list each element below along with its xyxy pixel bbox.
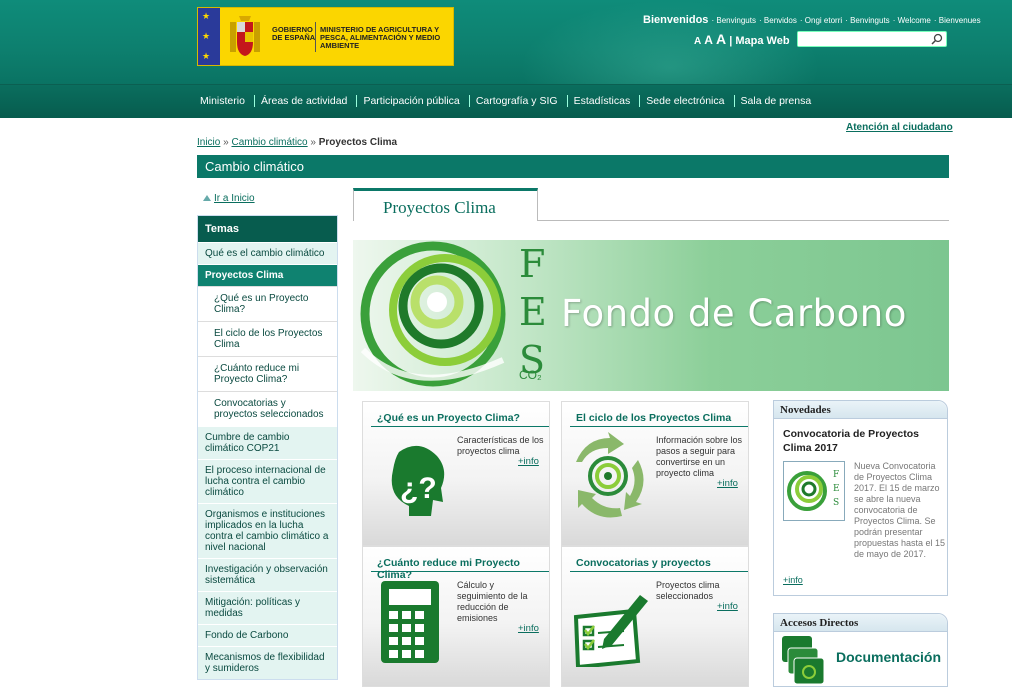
welcome-label: Bienvenidos <box>643 14 709 26</box>
lang-galician[interactable]: Benvidos <box>764 16 797 25</box>
coat-of-arms-icon <box>230 16 260 56</box>
svg-text:E: E <box>833 484 840 494</box>
text-size-medium[interactable]: A <box>704 33 713 47</box>
accesos-heading: Accesos Directos <box>774 614 947 632</box>
sidebar-item-mitigacion[interactable]: Mitigación: políticas y medidas <box>198 591 337 624</box>
sidebar-subitem-ciclo[interactable]: El ciclo de los Proyectos Clima <box>198 321 337 356</box>
card-description: Cálculo y seguimiento de la reducción de… <box>457 580 528 623</box>
card-convocatorias[interactable]: Convocatorias y proyectos Proyectos clim… <box>561 546 749 687</box>
svg-text:¿?: ¿? <box>400 472 437 505</box>
co2-label: CO₂ <box>519 368 542 382</box>
card-cuanto-reduce[interactable]: ¿Cuánto reduce mi Proyecto Clima? Cálcul… <box>362 546 550 687</box>
nav-ministerio[interactable]: Ministerio <box>197 95 251 107</box>
fes-letters: F E S <box>519 242 547 382</box>
banner-title: Fondo de Carbono <box>561 292 907 335</box>
sidebar-heading: Temas <box>198 216 337 242</box>
breadcrumb: Inicio » Cambio climático » Proyectos Cl… <box>197 137 398 148</box>
checklist-pen-icon <box>573 595 648 667</box>
sidebar-item-proceso-internacional[interactable]: El proceso internacional de lucha contra… <box>198 459 337 503</box>
lang-french[interactable]: Bienvenues <box>939 16 981 25</box>
government-logo[interactable]: ★ ★ ★ GOBIERNO DE ESPAÑA MINISTERIO DE AGR… <box>197 7 454 66</box>
section-title: Cambio climático <box>197 155 949 178</box>
nav-estadisticas[interactable]: Estadísticas <box>566 95 637 107</box>
nav-areas-actividad[interactable]: Áreas de actividad <box>254 95 353 107</box>
search-icon[interactable] <box>931 33 943 45</box>
card-que-es-proyecto[interactable]: ¿Qué es un Proyecto Clima? ¿? Caracterís… <box>362 401 550 546</box>
novedades-box: Novedades Convocatoria de Proyectos Clim… <box>773 400 948 596</box>
documents-icon[interactable] <box>778 634 828 686</box>
sidebar-item-que-es-cambio-climatico[interactable]: Qué es el cambio climático <box>198 242 337 264</box>
lang-catalan[interactable]: Benvinguts <box>716 16 756 25</box>
sidebar-item-investigacion[interactable]: Investigación y observación sistemática <box>198 558 337 591</box>
svg-text:S: S <box>833 498 839 508</box>
card-title[interactable]: Convocatorias y proyectos <box>576 557 711 569</box>
card-more-link[interactable]: +info <box>717 478 738 489</box>
nav-sala-prensa[interactable]: Sala de prensa <box>733 95 818 107</box>
up-arrow-icon <box>203 195 211 201</box>
card-description: Características de los proyectos clima <box>457 435 544 456</box>
novedad-more-link[interactable]: +info <box>783 575 803 585</box>
fes-thumbnail-icon[interactable]: F E S <box>783 461 845 521</box>
logo-government-text: GOBIERNO DE ESPAÑA <box>272 25 316 42</box>
nav-sede-electronica[interactable]: Sede electrónica <box>639 95 730 107</box>
card-title[interactable]: ¿Qué es un Proyecto Clima? <box>377 412 520 424</box>
logo-ministry-text: MINISTERIO DE AGRICULTURA Y PESCA, ALIME… <box>320 25 441 50</box>
sidebar-item-cop21[interactable]: Cumbre de cambio climático COP21 <box>198 426 337 459</box>
text-size-small[interactable]: A <box>694 36 701 47</box>
card-ciclo-proyectos[interactable]: El ciclo de los Proyectos Clima Informac… <box>561 401 749 546</box>
sidebar-item-mecanismos[interactable]: Mecanismos de flexibilidad y sumideros <box>198 646 337 679</box>
nav-participacion[interactable]: Participación pública <box>356 95 465 107</box>
sidebar-item-proyectos-clima[interactable]: Proyectos Clima <box>198 264 337 286</box>
tab-bar: Proyectos Clima <box>353 188 949 221</box>
tab-proyectos-clima[interactable]: Proyectos Clima <box>353 188 538 221</box>
sidebar-subitem-que-es-proyecto[interactable]: ¿Qué es un Proyecto Clima? <box>198 286 337 321</box>
card-more-link[interactable]: +info <box>717 601 738 612</box>
fondo-carbono-banner[interactable]: F E S CO₂ Fondo de Carbono <box>353 240 949 391</box>
lang-english[interactable]: Welcome <box>898 16 931 25</box>
main-navigation: Ministerio Áreas de actividad Participac… <box>0 84 1012 118</box>
sidebar-menu: Temas Qué es el cambio climático Proyect… <box>197 215 338 680</box>
card-description: Información sobre los pasos a seguir par… <box>656 435 743 478</box>
text-size-large[interactable]: A <box>716 31 726 47</box>
calculator-icon <box>381 581 439 663</box>
fes-co2-logo-icon <box>360 241 506 387</box>
card-title[interactable]: El ciclo de los Proyectos Clima <box>576 412 731 424</box>
sidebar-item-organismos[interactable]: Organismos e instituciones implicados en… <box>198 503 337 558</box>
sidebar-subitem-convocatorias[interactable]: Convocatorias y proyectos seleccionados <box>198 391 337 426</box>
novedad-title[interactable]: Convocatoria de Proyectos Clima 2017 <box>783 427 933 455</box>
head-question-icon: ¿? <box>391 445 445 516</box>
citizen-service-link[interactable]: Atención al ciudadano <box>846 122 953 133</box>
card-description: Proyectos clima seleccionados <box>656 580 720 601</box>
novedades-heading: Novedades <box>774 401 947 419</box>
lang-basque[interactable]: Ongi etorri <box>805 16 842 25</box>
search-box <box>797 31 947 47</box>
site-header: ★ ★ ★ GOBIERNO DE ESPAÑA MINISTERIO DE AGR… <box>0 0 1012 84</box>
sidebar-subitem-cuanto-reduce[interactable]: ¿Cuánto reduce mi Proyecto Clima? <box>198 356 337 391</box>
novedad-text: Nueva Convocatoria de Proyectos Clima 20… <box>854 461 946 559</box>
lang-valencian[interactable]: Benvinguts <box>850 16 890 25</box>
language-selector: Bienvenidos · Benvinguts · Benvidos · On… <box>643 14 981 26</box>
card-more-link[interactable]: +info <box>518 456 539 467</box>
accesos-directos-box: Accesos Directos Documentación <box>773 613 948 687</box>
header-tools: A A A | Mapa Web <box>694 31 790 47</box>
eu-flag-icon: ★ ★ ★ <box>198 8 220 65</box>
go-home-link[interactable]: Ir a Inicio <box>203 193 255 204</box>
sitemap-link[interactable]: Mapa Web <box>735 35 789 47</box>
card-more-link[interactable]: +info <box>518 623 539 634</box>
sidebar-item-fondo-carbono[interactable]: Fondo de Carbono <box>198 624 337 646</box>
breadcrumb-current: Proyectos Clima <box>318 137 398 148</box>
breadcrumb-cambio-climatico[interactable]: Cambio climático <box>231 137 307 148</box>
svg-text:F: F <box>833 470 839 480</box>
nav-cartografia[interactable]: Cartografía y SIG <box>468 95 564 107</box>
search-input[interactable] <box>798 32 926 46</box>
breadcrumb-home[interactable]: Inicio <box>197 137 220 148</box>
recycle-cycle-icon <box>576 432 644 518</box>
documentacion-link[interactable]: Documentación <box>836 649 941 665</box>
